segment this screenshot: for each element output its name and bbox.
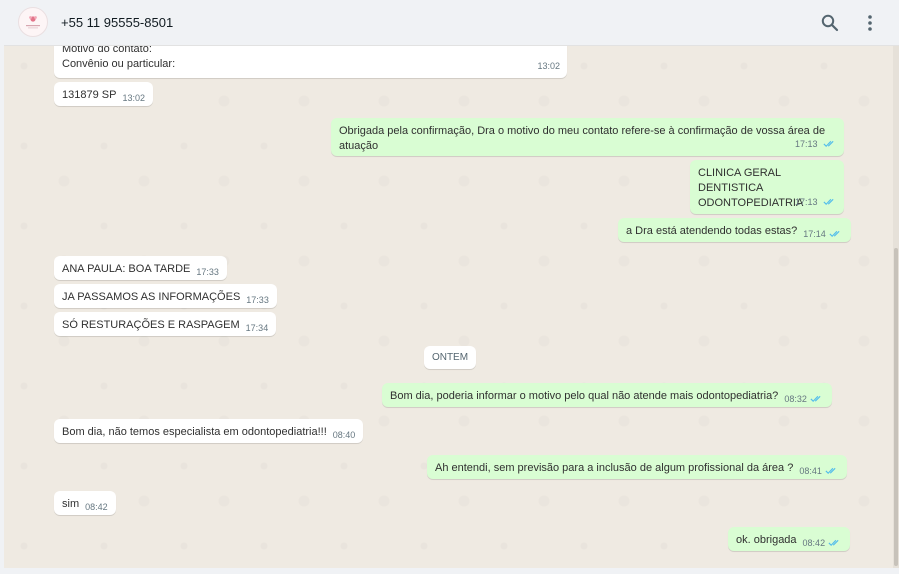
message-text: sim [62,498,80,510]
message-outgoing[interactable]: Ah entendi, sem previsão para a inclusão… [427,455,847,479]
message-time: 08:41 [799,466,822,476]
message-outgoing[interactable]: a Dra está atendendo todas estas? 17:14 [618,218,851,242]
message-time: 17:33 [246,295,269,305]
message-time: 08:32 [784,394,807,404]
message-time: 13:02 [537,61,560,71]
read-receipt-icon [825,467,836,475]
read-receipt-icon [823,198,834,206]
composer-edge [0,568,899,574]
message-text: Bom dia, não temos especialista em odont… [62,426,327,438]
contact-name[interactable]: +55 11 95555-8501 [61,15,173,30]
search-icon[interactable] [820,13,840,33]
message-text: ANA PAULA: BOA TARDE [62,263,191,275]
read-receipt-icon [823,140,834,148]
message-text: a Dra está atendendo todas estas? [626,225,798,237]
message-incoming[interactable]: Motivo do contato: Convênio ou particula… [54,46,567,78]
message-text: Motivo do contato: [62,46,152,55]
message-time: 13:02 [122,93,145,103]
message-text: Convênio ou particular: [62,58,176,70]
message-incoming[interactable]: SÓ RESTURAÇÕES E RASPAGEM 17:34 [54,312,277,336]
message-incoming[interactable]: JA PASSAMOS AS INFORMAÇÕES 17:33 [54,284,277,308]
message-text: ok. obrigada [736,534,797,546]
message-time: 08:42 [802,538,826,548]
message-outgoing[interactable]: ok. obrigada 08:42 [728,527,851,551]
kebab-menu-icon[interactable] [860,13,880,33]
message-time: 08:42 [85,502,108,512]
message-incoming[interactable]: sim 08:42 [54,491,116,515]
date-divider: ONTEM [424,346,476,369]
read-receipt-icon [810,395,821,403]
chat-header[interactable]: +55 11 95555-8501 [4,0,899,46]
message-text: Bom dia, poderia informar o motivo pelo … [390,390,779,402]
message-text: 131879 SP [62,89,117,101]
message-time: 08:40 [332,430,356,440]
message-time: 17:13 [794,139,818,149]
message-outgoing[interactable]: CLINICA GERAL DENTISTICA ODONTOPEDIATRIA… [690,160,844,214]
avatar-logo-icon [26,16,40,29]
message-text: SÓ RESTURAÇÕES E RASPAGEM [62,319,240,331]
message-outgoing[interactable]: Obrigada pela confirmação, Dra o motivo … [331,118,844,156]
read-receipt-icon [829,230,840,238]
message-text: CLINICA GERAL [698,167,782,179]
message-text: DENTISTICA [698,182,764,194]
message-time: 17:34 [245,323,269,333]
message-time: 17:33 [196,267,219,277]
message-text: Ah entendi, sem previsão para a inclusão… [435,462,794,474]
message-incoming[interactable]: Bom dia, não temos especialista em odont… [54,419,364,443]
message-outgoing[interactable]: Bom dia, poderia informar o motivo pelo … [382,383,832,407]
message-incoming[interactable]: ANA PAULA: BOA TARDE 17:33 [54,256,227,280]
message-time: 17:13 [794,197,818,207]
message-text: JA PASSAMOS AS INFORMAÇÕES [62,291,241,303]
message-incoming[interactable]: 131879 SP 13:02 [54,82,153,106]
message-time: 17:14 [803,229,826,239]
message-text: Obrigada pela confirmação, Dra o motivo … [339,125,826,152]
message-list[interactable]: Motivo do contato: Convênio ou particula… [4,46,899,568]
read-receipt-icon [828,539,839,547]
scrollbar-thumb[interactable] [894,248,898,566]
contact-avatar[interactable] [18,7,48,37]
